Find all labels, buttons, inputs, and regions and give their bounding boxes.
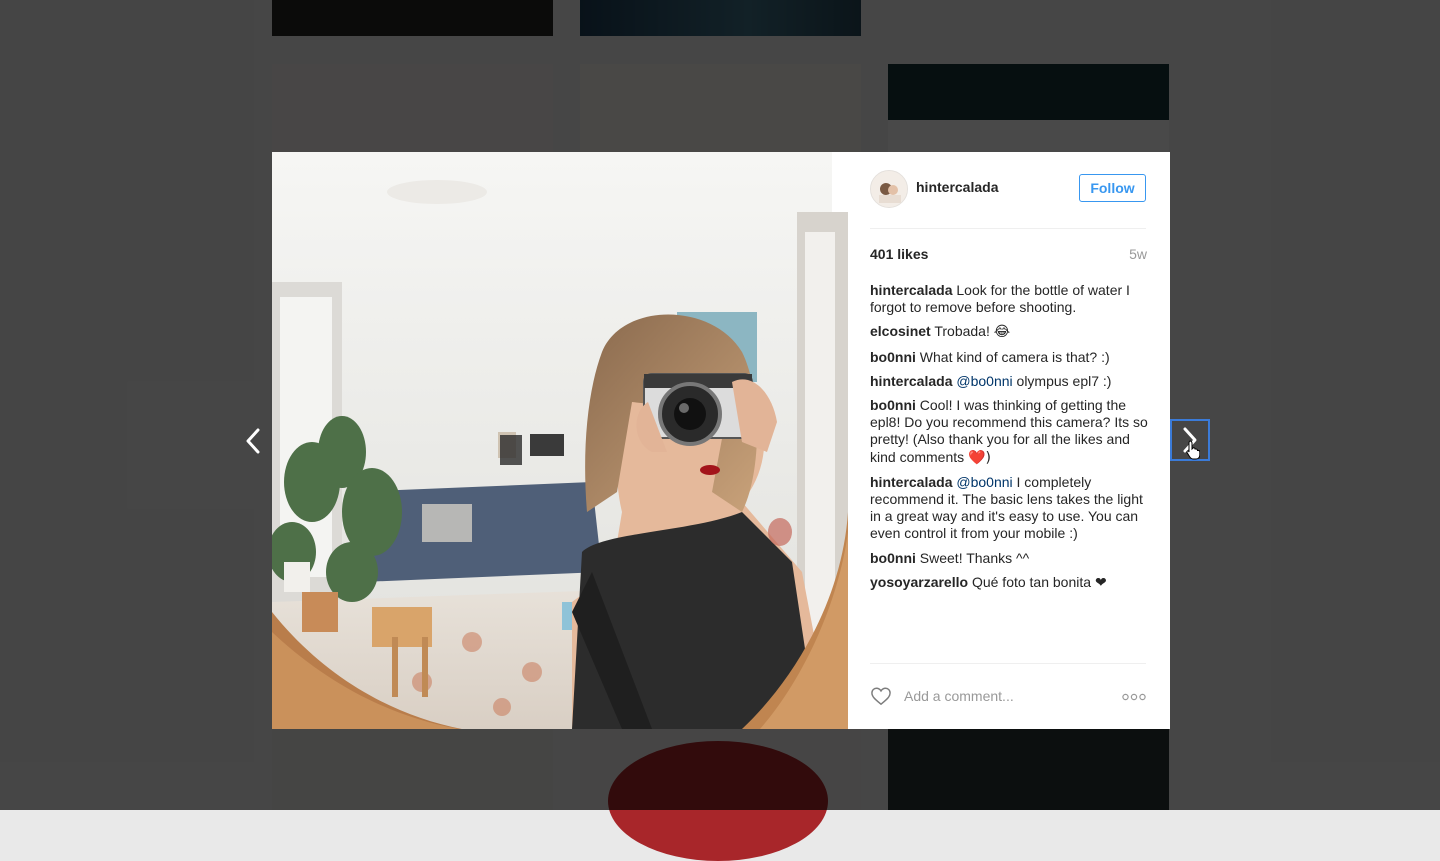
more-options-icon[interactable]	[1122, 693, 1146, 701]
comment-username[interactable]: bo0nni	[870, 550, 916, 566]
comment-username[interactable]: bo0nni	[870, 397, 916, 413]
add-comment-input[interactable]: Add a comment...	[904, 688, 1014, 704]
comments-list: hintercalada Look for the bottle of wate…	[870, 282, 1148, 599]
comment-text: Qué foto tan bonita	[971, 573, 1092, 590]
comment-text: What kind of camera is that? :)	[919, 348, 1110, 365]
comment-username[interactable]: hintercalada	[870, 282, 952, 298]
comment-mention[interactable]: @bo0nni	[956, 474, 1012, 490]
comment-username[interactable]: hintercalada	[870, 373, 952, 389]
comment-username[interactable]: yosoyarzarello	[870, 574, 968, 590]
comment-emoji: ❤️)	[968, 449, 991, 466]
heart-icon[interactable]	[870, 686, 892, 706]
comment-emoji: ❤	[1094, 574, 1107, 591]
post-modal: hintercalada Follow 401 likes 5w hinterc…	[272, 152, 1170, 729]
comment-text: Trobada!	[934, 323, 990, 340]
comment-item: bo0nni Sweet! Thanks ^^	[870, 550, 1148, 567]
comment-text: olympus epl7 :)	[1016, 372, 1112, 389]
comment-text: Sweet! Thanks ^^	[919, 549, 1030, 566]
follow-button[interactable]: Follow	[1079, 174, 1146, 202]
likes-count[interactable]: 401 likes	[870, 246, 928, 262]
previous-post-button[interactable]	[236, 420, 270, 462]
comment-username[interactable]: elcosinet	[870, 323, 931, 339]
comment-mention[interactable]: @bo0nni	[956, 373, 1012, 389]
comment-item: elcosinet Trobada! 😂	[870, 323, 1148, 341]
mirror-selfie-image	[272, 152, 848, 729]
comment-bar: Add a comment...	[870, 663, 1146, 712]
avatar[interactable]	[870, 170, 908, 208]
mouse-cursor-icon	[1186, 440, 1200, 460]
post-header: hintercalada Follow	[870, 170, 1146, 229]
post-age[interactable]: 5w	[1129, 246, 1147, 262]
comment-username[interactable]: bo0nni	[870, 349, 916, 365]
chevron-left-icon	[246, 428, 260, 454]
comment-item: bo0nni Cool! I was thinking of getting t…	[870, 397, 1148, 467]
comment-item: hintercalada @bo0nni I completely recomm…	[870, 474, 1148, 543]
comment-item: bo0nni What kind of camera is that? :)	[870, 349, 1148, 366]
comment-item: hintercalada Look for the bottle of wate…	[870, 282, 1148, 316]
profile-picture-icon	[871, 171, 907, 207]
post-details-panel: hintercalada Follow 401 likes 5w hinterc…	[848, 152, 1170, 729]
post-username[interactable]: hintercalada	[916, 179, 998, 195]
comment-emoji: 😂	[993, 324, 1011, 341]
post-photo	[272, 152, 848, 729]
comment-username[interactable]: hintercalada	[870, 474, 952, 490]
comment-item: hintercalada @bo0nni olympus epl7 :)	[870, 373, 1148, 390]
comment-item: yosoyarzarello Qué foto tan bonita ❤	[870, 574, 1148, 592]
